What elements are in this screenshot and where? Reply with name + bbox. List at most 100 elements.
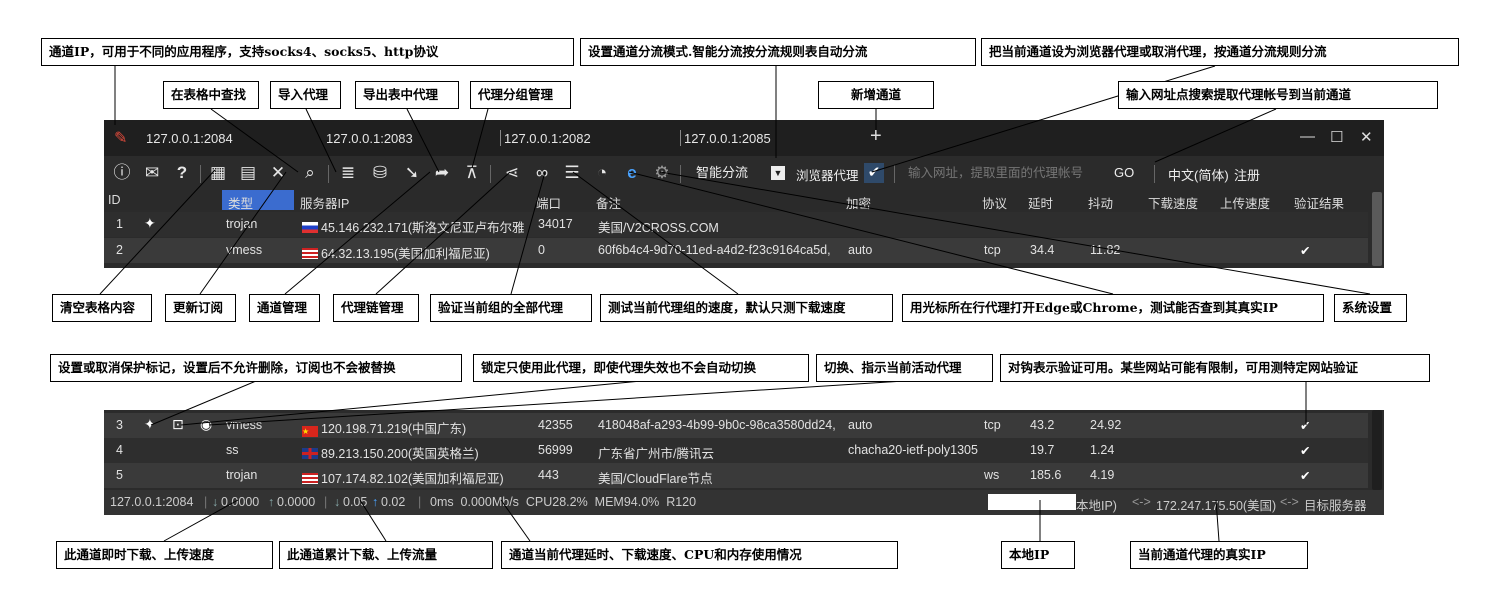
- row-port: 42355: [538, 418, 573, 432]
- table-row[interactable]: 1 ✦ trojan 45.146.232.171(斯洛文尼亚卢布尔雅 3401…: [104, 212, 1368, 237]
- link-chain-icon[interactable]: ∞: [530, 161, 554, 185]
- row-jitter: 1.24: [1090, 443, 1115, 457]
- url-input[interactable]: [904, 163, 1108, 183]
- find-icon[interactable]: ⌕: [298, 161, 322, 185]
- col-download[interactable]: 下载速度: [1148, 193, 1198, 212]
- callout-total-traffic: 此通道累计下载、上传流量: [279, 541, 493, 569]
- table-header: ID 类型 服务器IP 端口 备注 加密 协议 延时 抖动 下载速度 上传速度 …: [104, 190, 1384, 212]
- status-local-ip: 本地IP): [1076, 499, 1117, 513]
- vertical-scrollbar[interactable]: [1372, 410, 1382, 490]
- tab-channel-2084[interactable]: 127.0.0.1:2084: [146, 131, 233, 146]
- bidirectional-arrow-icon: <->: [1132, 495, 1151, 509]
- row-jitter: 11.82: [1090, 243, 1121, 257]
- row-type: trojan: [226, 217, 258, 231]
- language-select[interactable]: 中文(简体): [1168, 165, 1229, 184]
- col-protocol[interactable]: 协议: [982, 193, 1007, 212]
- col-id[interactable]: ID: [108, 193, 121, 207]
- check-icon: ✔: [1300, 444, 1311, 458]
- browser-proxy-checkbox[interactable]: ✔: [864, 163, 884, 183]
- maximize-button[interactable]: ☐: [1330, 128, 1343, 146]
- split-mode-select[interactable]: 智能分流 ▼: [688, 163, 788, 183]
- callout-channel-ip: 通道IP，可用于不同的应用程序，支持socks4、socks5、http协议: [41, 38, 574, 66]
- tab-bar: ✎ 127.0.0.1:2084 127.0.0.1:2083 127.0.0.…: [104, 120, 1384, 156]
- down-arrow-icon: ↓: [334, 495, 341, 509]
- browser-proxy-label: 浏览器代理: [796, 169, 859, 183]
- status-separator: |: [204, 495, 208, 509]
- col-delay[interactable]: 延时: [1028, 193, 1053, 212]
- tab-channel-2085[interactable]: 127.0.0.1:2085: [684, 131, 771, 146]
- status-proxy-ip: 172.247.175.50(美国): [1156, 499, 1277, 513]
- mail-icon[interactable]: ✉: [140, 161, 164, 185]
- toolbar-separator: [328, 165, 329, 183]
- tab-separator: [500, 130, 501, 146]
- callout-channel-mgmt: 通道管理: [249, 294, 320, 322]
- database-export-icon[interactable]: ⛁: [368, 161, 392, 185]
- table-row[interactable]: 4 ss 89.213.150.200(英国英格兰) 56999 广东省广州市/…: [104, 438, 1368, 463]
- status-separator: |: [324, 495, 328, 509]
- go-button[interactable]: GO: [1114, 165, 1134, 180]
- database-import-icon[interactable]: ≣: [336, 161, 360, 185]
- callout-lock: 锁定只使用此代理，即使代理失效也不会自动切换: [473, 354, 809, 382]
- list-check-icon[interactable]: ☰: [560, 161, 584, 185]
- down-arrow-icon: ↓: [212, 495, 219, 509]
- share-arrow-icon[interactable]: ➦: [430, 161, 454, 185]
- table-row[interactable]: 5 trojan 107.174.82.102(美国加利福尼亚) 443 美国/…: [104, 463, 1368, 488]
- register-button[interactable]: 注册: [1234, 165, 1260, 184]
- row-id: 2: [116, 243, 123, 257]
- toolbar-separator: [894, 165, 895, 183]
- table-row[interactable]: 3 ✦ ⊡ ◉ vmess ★ 120.198.71.219(中国广东) 4235…: [104, 413, 1368, 438]
- table-search-icon[interactable]: ▦: [206, 161, 230, 185]
- table-row[interactable]: 2 vmess 64.32.13.195(美国加利福尼亚) 0 60f6b4c4…: [104, 238, 1368, 263]
- pin-icon[interactable]: ✦: [144, 215, 156, 232]
- location-pin-icon[interactable]: ◉: [200, 416, 212, 433]
- row-jitter: 4.19: [1090, 468, 1115, 482]
- callout-verified: 对钩表示验证可用。某些网站可能有限制，可用测特定网站验证: [1000, 354, 1430, 382]
- add-tab-button[interactable]: +: [870, 125, 882, 148]
- check-icon: ✔: [1300, 469, 1311, 483]
- callout-group: 代理分组管理: [470, 81, 571, 109]
- edge-icon[interactable]: e: [620, 161, 644, 185]
- tab-channel-2083[interactable]: 127.0.0.1:2083: [326, 131, 413, 146]
- toolbar-separator: [680, 165, 681, 183]
- col-jitter[interactable]: 抖动: [1088, 193, 1113, 212]
- col-server-ip[interactable]: 服务器IP: [300, 193, 349, 212]
- tab-channel-2082[interactable]: 127.0.0.1:2082: [504, 131, 591, 146]
- row-delay: 34.4: [1030, 243, 1055, 257]
- close-button[interactable]: ✕: [1360, 128, 1373, 146]
- callout-settings: 系统设置: [1334, 294, 1407, 322]
- minimize-button[interactable]: —: [1300, 128, 1315, 145]
- group-tree-icon[interactable]: ⊼: [460, 161, 484, 185]
- help-icon[interactable]: ?: [170, 161, 194, 185]
- toolbar: ⓘ ✉ ? ▦ ▤ ✕ ⌕ ≣ ⛁ ➘ ➦ ⊼ ⋖ ∞ ☰ ◔ e ⚙ 智能分流…: [104, 156, 1384, 190]
- clear-icon[interactable]: ✕: [266, 161, 290, 185]
- download-arrow-icon[interactable]: ➘: [400, 161, 424, 185]
- gear-icon[interactable]: ⚙: [650, 161, 674, 185]
- lock-icon[interactable]: ⊡: [172, 416, 184, 433]
- row-delay: 43.2: [1030, 418, 1055, 432]
- col-note[interactable]: 备注: [596, 193, 621, 212]
- row-id: 4: [116, 443, 123, 457]
- col-verify[interactable]: 验证结果: [1294, 193, 1344, 212]
- col-encryption[interactable]: 加密: [846, 193, 871, 212]
- callout-test-speed: 测试当前代理组的速度，默认只测下载速度: [600, 294, 893, 322]
- check-icon: ✔: [1300, 244, 1311, 258]
- row-type: ss: [226, 443, 239, 457]
- slovenia-flag-icon: [302, 222, 318, 233]
- pin-icon[interactable]: ✦: [144, 416, 156, 433]
- callout-chain-mgmt: 代理链管理: [333, 294, 419, 322]
- status-down-total: 0.05: [343, 495, 368, 509]
- col-upload[interactable]: 上传速度: [1220, 193, 1270, 212]
- share-icon[interactable]: ⋖: [500, 161, 524, 185]
- app-window-bottom: 3 ✦ ⊡ ◉ vmess ★ 120.198.71.219(中国广东) 4235…: [104, 410, 1384, 515]
- callout-new-channel: 新增通道: [818, 81, 934, 109]
- row-protocol: ws: [984, 468, 1000, 482]
- toolbar-separator: [1154, 165, 1155, 183]
- col-port[interactable]: 端口: [536, 193, 561, 212]
- col-type[interactable]: 类型: [222, 190, 294, 211]
- vertical-scrollbar[interactable]: [1372, 192, 1382, 266]
- info-icon[interactable]: ⓘ: [110, 161, 134, 185]
- import-icon[interactable]: ▤: [236, 161, 260, 185]
- china-flag-icon: ★: [302, 426, 318, 437]
- speed-icon[interactable]: ◔: [590, 161, 614, 185]
- row-encryption: auto: [848, 418, 873, 432]
